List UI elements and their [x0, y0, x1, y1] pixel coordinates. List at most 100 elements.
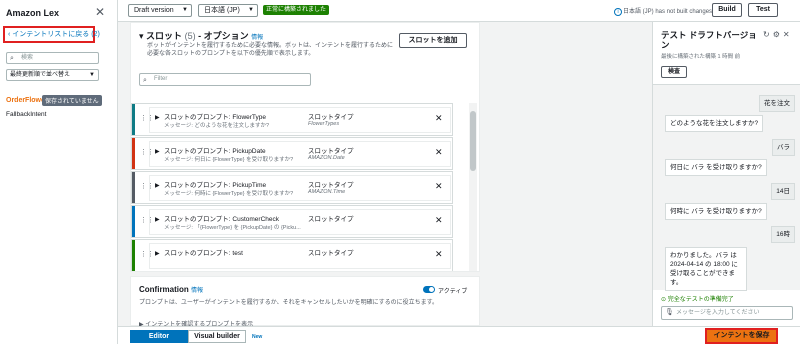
caret-down-icon: ▾ [139, 31, 144, 41]
remove-slot-icon[interactable]: ✕ [435, 215, 443, 226]
save-intent-button[interactable]: インテントを保存 [705, 328, 778, 344]
slots-title-suffix: - オプション [198, 31, 249, 41]
confirmation-description: プロンプトは、ユーザーがインテントを履行するか、それをキャンセルしたいかを明確に… [139, 300, 439, 306]
info-icon: i [614, 8, 622, 16]
slot-color-bar [132, 172, 135, 203]
confirmation-heading: Confirmation 情報 [139, 285, 203, 294]
caret-right-icon[interactable]: ▶ [155, 216, 160, 223]
confirmation-info-link[interactable]: 情報 [191, 288, 203, 294]
caret-right-icon[interactable]: ▶ [155, 114, 160, 121]
slot-type-label: スロットタイプ [308, 148, 354, 155]
build-button[interactable]: Build [712, 3, 742, 17]
slot-type-value: FlowerTypes [308, 121, 340, 127]
sidebar-title: Amazon Lex [6, 8, 60, 18]
slot-card: ▶ スロットのプロンプト: PickupTime メッセージ: 何時に {Flo… [149, 175, 451, 201]
slot-row[interactable]: ⋮⋮ ▶ スロットのプロンプト: CustomerCheck メッセージ: 「{… [131, 205, 453, 238]
active-toggle[interactable] [423, 286, 435, 293]
user-message: 16時 [771, 226, 795, 243]
chevron-down-icon: ▼ [89, 72, 95, 78]
add-slot-button[interactable]: スロットを追加 [399, 33, 467, 48]
user-message: 花を注文 [759, 95, 795, 112]
caret-right-icon[interactable]: ▶ [155, 250, 160, 257]
slots-info-link[interactable]: 情報 [251, 35, 263, 41]
microphone-icon[interactable]: 🎙 [665, 307, 674, 319]
close-icon[interactable]: ✕ [95, 5, 105, 19]
language-value: 日本語 (JP) [204, 7, 240, 14]
intent-sidebar: Amazon Lex ✕ ‹ インテントリストに戻る (2) ⌕ 検索 最終更新… [0, 0, 118, 344]
bot-message: 何時に バラ を受け取りますか? [665, 203, 767, 220]
slot-message: メッセージ: 何時に {FlowerType} を受け取りますか? [164, 191, 294, 197]
build-status-badge: 正常に構築されました [263, 5, 330, 15]
slot-type-label: スロットタイプ [308, 216, 354, 223]
slot-prompt: スロットのプロンプト: PickupDate [164, 148, 266, 155]
remove-slot-icon[interactable]: ✕ [435, 181, 443, 192]
version-select[interactable]: Draft version ▼ [128, 4, 192, 17]
slots-title: スロット [146, 31, 183, 41]
back-link-label: インテントリストに戻る (2) [12, 31, 100, 38]
slot-row[interactable]: ⋮⋮ ▶ スロットのプロンプト: PickupDate メッセージ: 何日に {… [131, 137, 453, 170]
back-to-intent-list-link[interactable]: ‹ インテントリストに戻る (2) [3, 26, 100, 43]
chat-transcript: 花を注文 どのような花を注文しますか? バラ 何日に バラ を受け取りますか? … [653, 84, 800, 291]
tab-editor[interactable]: Editor [130, 330, 188, 343]
slot-prompt: スロットのプロンプト: test [164, 250, 243, 257]
unsaved-badge: 保存されていません [42, 95, 102, 106]
message-placeholder: メッセージを入力してください [676, 310, 760, 316]
test-panel: テスト ドラフトバージョン ↻⚙✕ 最後に構築された構築 1 時間 前 検査 花… [652, 22, 800, 326]
tab-visual-builder[interactable]: Visual builder [188, 330, 246, 343]
slot-message: メッセージ: 何日に {FlowerType} を受け取りますか? [164, 157, 294, 163]
slot-row[interactable]: ⋮⋮ ▶ スロットのプロンプト: test スロットタイプ ✕ [131, 239, 453, 271]
confirmation-section: Confirmation 情報 プロンプトは、ユーザーがインテントを履行するか、… [130, 276, 480, 328]
sort-select[interactable]: 最終更新順で並べ替え ▼ [6, 69, 99, 81]
slots-section: ▾ スロット (5) - オプション 情報 ボットがインテントを履行するために必… [130, 22, 480, 272]
language-select[interactable]: 日本語 (JP) ▼ [198, 4, 258, 17]
refresh-icon[interactable]: ↻ [763, 30, 773, 39]
sort-value: 最終更新順で並べ替え [10, 72, 71, 78]
new-badge: New [252, 334, 263, 340]
message-input[interactable]: 🎙 メッセージを入力してください [661, 306, 793, 320]
slots-heading[interactable]: ▾ スロット (5) - オプション 情報 [139, 29, 263, 42]
bottom-bar: Editor Visual builder New インテントを保存 [118, 326, 800, 344]
build-info: i 日本語 (JP) has not built changes. [614, 6, 714, 16]
search-icon: ⌕ [143, 77, 147, 84]
check-circle-icon: ⊙ [661, 297, 667, 303]
caret-right-icon[interactable]: ▶ [155, 148, 160, 155]
remove-slot-icon[interactable]: ✕ [435, 249, 443, 260]
test-ready-text: 完全なテストの準備完了 [667, 297, 734, 303]
slot-prompt: スロットのプロンプト: CustomerCheck [164, 216, 280, 223]
bot-message: 何日に バラ を受け取りますか? [665, 159, 767, 176]
slots-description: ボットがインテントを履行するために必要な情報。ボットは、インテントを履行するため… [147, 43, 394, 57]
slot-list-scrollbar[interactable] [469, 103, 477, 271]
search-placeholder: 検索 [21, 55, 34, 61]
intent-search-input[interactable]: ⌕ 検索 [6, 52, 99, 64]
gear-icon[interactable]: ⚙ [773, 30, 783, 39]
search-icon: ⌕ [10, 55, 14, 62]
slot-type-label: スロットタイプ [308, 250, 354, 257]
confirmation-title: Confirmation [139, 285, 189, 294]
build-info-text: 日本語 (JP) has not built changes. [623, 9, 714, 15]
user-message: バラ [772, 139, 795, 156]
test-button[interactable]: Test [748, 3, 778, 17]
remove-slot-icon[interactable]: ✕ [435, 147, 443, 158]
inspect-button[interactable]: 検査 [661, 66, 687, 78]
scrollbar-thumb[interactable] [470, 111, 476, 171]
slot-type-value: AMAZON.Time [308, 189, 346, 195]
bot-message: わかりました。バラ は 2024-04-14 の 18:00 に受け取ることがで… [665, 247, 747, 291]
slot-message: メッセージ: どのような花を注文しますか? [164, 123, 270, 129]
slot-type-label: スロットタイプ [308, 114, 354, 121]
slot-card: ▶ スロットのプロンプト: FlowerType メッセージ: どのような花を注… [149, 107, 451, 133]
slot-card: ▶ スロットのプロンプト: test スロットタイプ ✕ [149, 243, 451, 269]
caret-right-icon[interactable]: ▶ [155, 182, 160, 189]
chevron-down-icon: ▼ [248, 7, 254, 13]
slot-row[interactable]: ⋮⋮ ▶ スロットのプロンプト: PickupTime メッセージ: 何時に {… [131, 171, 453, 204]
slot-type-value: AMAZON.Date [308, 155, 345, 161]
slot-row[interactable]: ⋮⋮ ▶ スロットのプロンプト: FlowerType メッセージ: どのような… [131, 103, 453, 136]
slot-type-label: スロットタイプ [308, 182, 354, 189]
slot-filter-input[interactable]: ⌕ Filter [139, 73, 311, 86]
slot-message: メッセージ: 「{FlowerType} を {PickupDate} の {P… [164, 225, 301, 231]
slot-color-bar [132, 240, 135, 271]
test-panel-title: テスト ドラフトバージョン [661, 30, 757, 50]
close-icon[interactable]: ✕ [783, 30, 793, 39]
remove-slot-icon[interactable]: ✕ [435, 113, 443, 124]
user-message: 14日 [771, 183, 795, 200]
sidebar-item-fallbackintent[interactable]: FallbackIntent [6, 111, 46, 118]
